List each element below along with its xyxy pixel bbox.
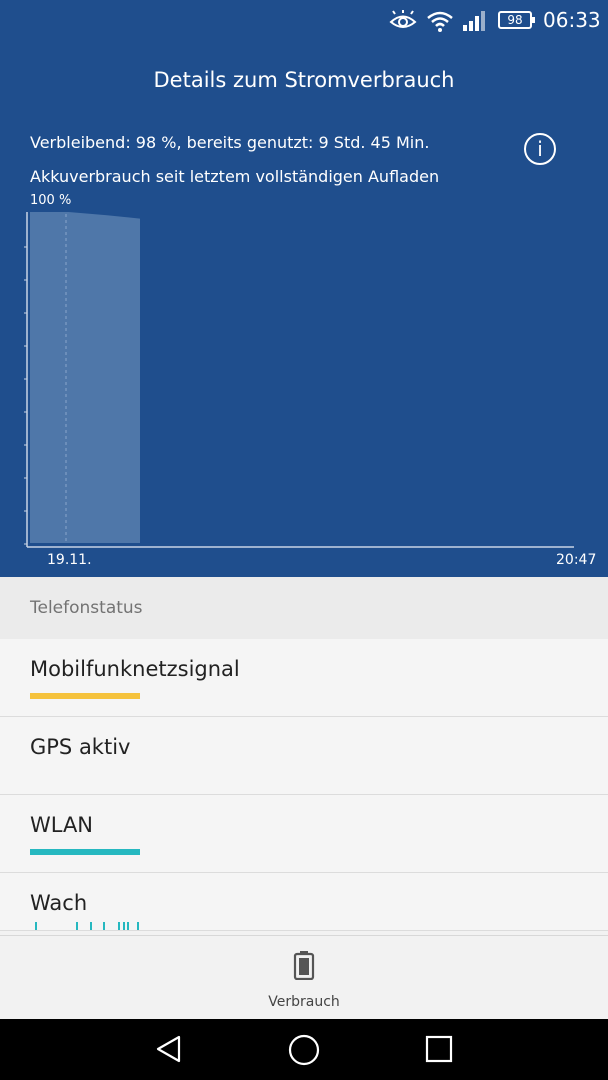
list-item-label: Wach [30, 891, 88, 915]
back-icon[interactable] [154, 1034, 184, 1064]
awake-tick [35, 922, 37, 930]
x-label-start: 19.11. [47, 552, 92, 568]
list-item-label: GPS aktiv [30, 735, 131, 759]
x-label-end: 20:47 [556, 552, 597, 568]
list-item-label: Mobilfunknetzsignal [30, 657, 240, 681]
home-icon[interactable] [288, 1034, 320, 1066]
battery-chart [24, 212, 574, 548]
battery-icon [293, 951, 315, 980]
list-item-mobilfunknetzsignal[interactable]: Mobilfunknetzsignal [0, 639, 608, 717]
awake-ticks [30, 922, 140, 930]
awake-tick [127, 922, 129, 930]
bottom-nav: Verbrauch [0, 935, 608, 1019]
list-item-wach[interactable]: Wach [0, 873, 608, 931]
awake-tick [137, 922, 139, 930]
tab-label: Verbrauch [268, 994, 340, 1010]
awake-tick [76, 922, 78, 930]
battery-usage-panel: 98 06:33 Details zum Stromverbrauch Verb… [0, 0, 608, 577]
list-item-gps[interactable]: GPS aktiv [0, 717, 608, 795]
usage-bar [30, 693, 140, 699]
tab-verbrauch[interactable]: Verbrauch [254, 936, 354, 1020]
phone-status-list: Mobilfunknetzsignal GPS aktiv WLAN Wach [0, 639, 608, 931]
section-header-telefonstatus: Telefonstatus [0, 577, 608, 639]
awake-tick [118, 922, 120, 930]
usage-bar [30, 849, 140, 855]
awake-tick [90, 922, 92, 930]
system-navigation-bar [0, 1019, 608, 1080]
awake-tick [103, 922, 105, 930]
list-item-label: WLAN [30, 813, 94, 837]
recents-icon[interactable] [424, 1034, 454, 1064]
list-item-wlan[interactable]: WLAN [0, 795, 608, 873]
battery-level-area [30, 212, 140, 543]
awake-tick [123, 922, 125, 930]
